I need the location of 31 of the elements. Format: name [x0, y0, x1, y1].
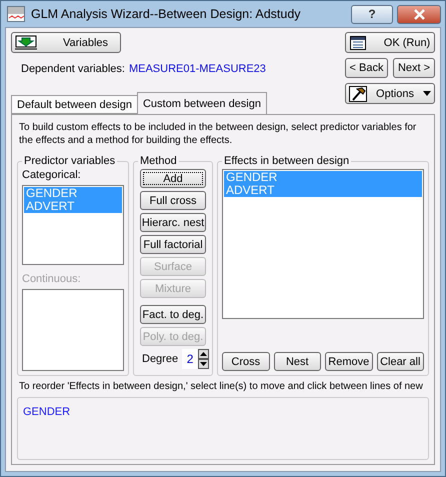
instruction-text: To build custom effects to be included in the between design, select predictor variables for the effects and a method for building the effects. [18, 121, 418, 147]
degree-field[interactable]: 2 [182, 349, 198, 369]
method-button[interactable]: Add [140, 169, 206, 188]
ok-run-button[interactable]: OK (Run) [345, 32, 435, 53]
categorical-label: Categorical: [22, 169, 82, 181]
effects-button[interactable]: Cross [222, 352, 270, 371]
window-title: GLM Analysis Wizard--Between Design: Adstudy [31, 7, 302, 21]
reorder-item[interactable]: GENDER [23, 406, 423, 418]
continuous-label: Continuous: [22, 273, 82, 285]
next-button[interactable]: Next > [393, 58, 435, 78]
back-button[interactable]: < Back [345, 58, 388, 78]
reorder-list[interactable]: GENDER [17, 397, 429, 460]
effects-button[interactable]: Nest [274, 352, 321, 371]
method-button[interactable]: Full factorial [140, 235, 206, 254]
group-title: Method [139, 155, 178, 167]
variables-button[interactable]: Variables [11, 32, 121, 53]
help-button[interactable]: ? [351, 4, 393, 24]
tab[interactable]: Custom between design [136, 92, 267, 114]
method-button[interactable]: Hierarc. nest [140, 213, 206, 232]
method-button[interactable]: Fact. to deg. [140, 305, 206, 324]
effects-button[interactable]: Clear all [376, 352, 424, 371]
group-title: Effects in between design [223, 155, 350, 167]
dependent-value: MEASURE01-MEASURE23 [128, 63, 266, 75]
reorder-instruction: To reorder 'Effects in between design,' select line(s) to move and click between lines of new [18, 380, 424, 393]
method-button[interactable]: Full cross [140, 191, 206, 210]
options-button[interactable]: Options [345, 83, 435, 104]
dependent-label: Dependent variables: [21, 63, 125, 75]
tab[interactable]: Default between design [11, 95, 138, 114]
degree-label: Degree [142, 353, 178, 365]
group-title: Predictor variables [23, 155, 116, 167]
effects-button[interactable]: Remove [325, 352, 372, 371]
